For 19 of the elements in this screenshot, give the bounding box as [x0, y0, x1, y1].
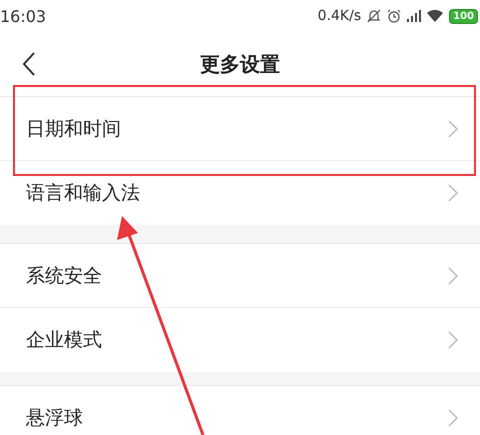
settings-item[interactable]: 悬浮球	[0, 386, 480, 435]
chevron-right-icon	[448, 120, 458, 138]
alarm-icon	[387, 9, 402, 23]
wifi-icon	[427, 10, 444, 22]
chevron-right-icon	[448, 184, 458, 202]
settings-item[interactable]: 系统安全	[0, 244, 480, 308]
chevron-right-icon	[448, 331, 458, 349]
signal-icon	[407, 10, 422, 22]
status-time: 16:03	[0, 6, 46, 26]
chevron-right-icon	[448, 266, 458, 284]
page-title: 更多设置	[200, 50, 280, 78]
chevron-right-icon	[448, 409, 458, 427]
settings-item[interactable]: 日期和时间	[0, 97, 480, 161]
settings-item[interactable]: 语言和输入法	[0, 161, 480, 225]
back-icon[interactable]	[22, 52, 36, 76]
network-speed: 0.4K/s	[318, 8, 362, 24]
battery-level: 100	[449, 8, 478, 24]
bell-off-icon	[367, 9, 382, 23]
settings-item[interactable]: 企业模式	[0, 308, 480, 372]
